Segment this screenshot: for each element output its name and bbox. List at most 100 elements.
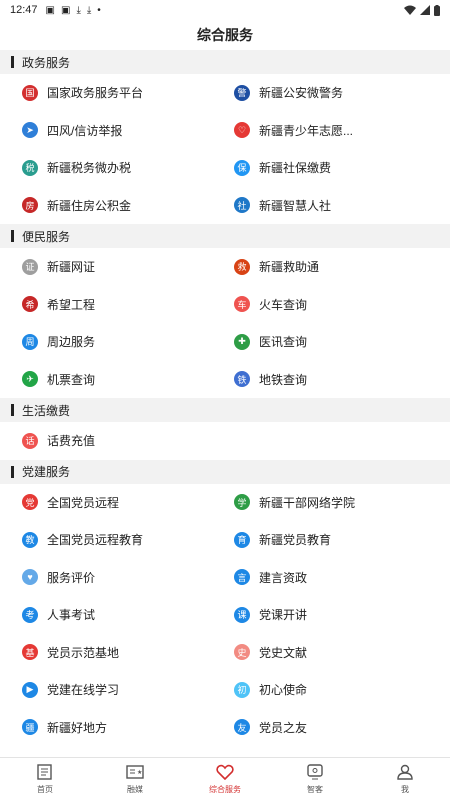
service-item[interactable]: 警新疆公安微警务 [225,74,450,112]
service-icon: 国 [22,84,38,101]
wifi-icon [404,5,416,15]
service-label: 党员之友 [259,720,308,735]
service-label: 话费充值 [47,434,96,449]
service-icon: 保 [234,159,250,176]
service-item[interactable]: 党全国党员远程 [0,484,225,522]
service-label: 新疆好地方 [47,720,108,735]
service-item[interactable]: ▶ 党建在线学习 [0,671,225,709]
tab-label: 智客 [307,784,323,794]
section-header: 党建服务 [0,459,450,484]
service-item[interactable]: 疆新疆好地方 [0,709,225,747]
service-icon: 初 [234,681,250,698]
service-item[interactable]: ✈ 机票查询 [0,361,225,399]
tab-media[interactable]: ★ 融媒 [90,758,180,800]
service-label: 新疆住房公积金 [47,198,132,213]
service-grid: 话话费充值 [0,422,450,460]
service-item[interactable]: 教全国党员远程教育 [0,521,225,559]
service-icon: 育 [234,531,250,548]
page-header: 综合服务 [0,20,450,50]
service-icon: 疆 [22,719,38,736]
battery-icon [434,4,440,16]
service-icon: 史 [234,644,250,661]
section-marker [11,404,14,416]
service-label: 党员示范基地 [47,645,120,660]
service-label: 人事考试 [47,608,96,623]
service-grid: 国国家政务服务平台警新疆公安微警务 ➤ 四风/信访举报 ♡ 新疆青少年志愿... 税新疆税… [0,74,450,224]
service-label: 四风/信访举报 [47,123,123,138]
status-time: 12:47 [10,4,38,16]
service-item[interactable]: 课党课开讲 [225,596,450,634]
dot-icon: • [97,4,101,16]
service-item[interactable]: 史党史文献 [225,634,450,672]
svg-text:★: ★ [137,769,142,776]
service-icon: 学 [234,494,250,511]
service-item[interactable]: ♡ 新疆青少年志愿... [225,112,450,150]
service-item[interactable]: 社新疆智慧人社 [225,187,450,225]
service-item[interactable]: 初初心使命 [225,671,450,709]
service-item[interactable]: 周周边服务 [0,323,225,361]
section-title: 党建服务 [22,465,71,479]
service-icon: ♡ [234,122,250,139]
service-item[interactable]: ♥ 服务评价 [0,559,225,597]
media-icon: ★ [126,764,144,784]
service-item[interactable]: 税新疆税务微办税 [0,149,225,187]
section-title: 便民服务 [22,229,71,244]
service-icon: 基 [22,644,38,661]
status-bar: 12:47 ▣ ▣ ⤓ ⤓ • [0,0,450,20]
tab-user[interactable]: 我 [360,758,450,800]
section-title: 生活缴费 [22,403,71,418]
service-item[interactable]: 救新疆救助通 [225,248,450,286]
section-header: 生活缴费 [0,398,450,422]
service-item[interactable]: 房新疆住房公积金 [0,187,225,225]
page-title: 综合服务 [197,27,253,43]
section-marker [11,465,14,478]
service-icon: 房 [22,197,38,214]
service-item[interactable]: ➤ 四风/信访举报 [0,112,225,150]
service-icon: 周 [22,333,38,350]
section-marker [11,56,14,68]
service-icon: ♥ [22,569,38,586]
service-label: 全国党员远程 [47,495,120,510]
service-item[interactable]: 育新疆党员教育 [225,521,450,559]
service-icon: 课 [234,606,250,623]
download-icon: ⤓ [76,4,81,16]
download-icon: ⤓ [86,4,92,16]
service-icon: 考 [22,606,38,623]
heart-service-icon [216,764,234,784]
service-label: 国家政务服务平台 [47,86,144,101]
service-item[interactable]: 话话费充值 [0,422,225,460]
service-item[interactable]: 国国家政务服务平台 [0,74,225,112]
tab-label: 我 [401,784,409,794]
service-item[interactable]: 证新疆网证 [0,248,225,286]
tab-chat[interactable]: 智客 [270,758,360,800]
service-label: 党建在线学习 [47,683,120,698]
service-item[interactable]: 友党员之友 [225,709,450,747]
service-icon: 党 [22,494,38,511]
service-icon: 希 [22,296,38,313]
service-item[interactable]: ✚ 医讯查询 [225,323,450,361]
service-icon: ✈ [22,371,38,388]
service-label: 党史文献 [259,645,308,660]
service-icon: ▶ [22,681,38,698]
service-item[interactable]: 车火车查询 [225,286,450,324]
service-label: 希望工程 [47,297,96,312]
service-item[interactable]: 希希望工程 [0,286,225,324]
service-item[interactable]: 考人事考试 [0,596,225,634]
service-icon: 言 [234,569,250,586]
notification-icons: ▣ ▣ ⤓ ⤓ • [46,5,101,16]
a-icon: ▣ [60,4,71,16]
service-icon: 话 [22,432,38,449]
service-label: 火车查询 [259,297,308,312]
service-item[interactable]: 言建言资政 [225,559,450,597]
service-icon: 友 [234,719,250,736]
service-icon: 车 [234,296,250,313]
service-item[interactable]: 保新疆社保缴费 [225,149,450,187]
tab-news[interactable]: 首页 [0,758,90,800]
service-item[interactable]: 铁地铁查询 [225,361,450,399]
service-grid: 证新疆网证救新疆救助通希希望工程车火车查询周周边服务 ✚ 医讯查询 ✈ 机票查询铁地铁查… [0,248,450,398]
service-item[interactable]: 学新疆干部网络学院 [225,484,450,522]
section-marker [11,230,14,242]
service-item[interactable]: 基党员示范基地 [0,634,225,672]
tab-label: 融媒 [127,784,143,794]
tab-heart-service[interactable]: 综合服务 [180,758,270,800]
